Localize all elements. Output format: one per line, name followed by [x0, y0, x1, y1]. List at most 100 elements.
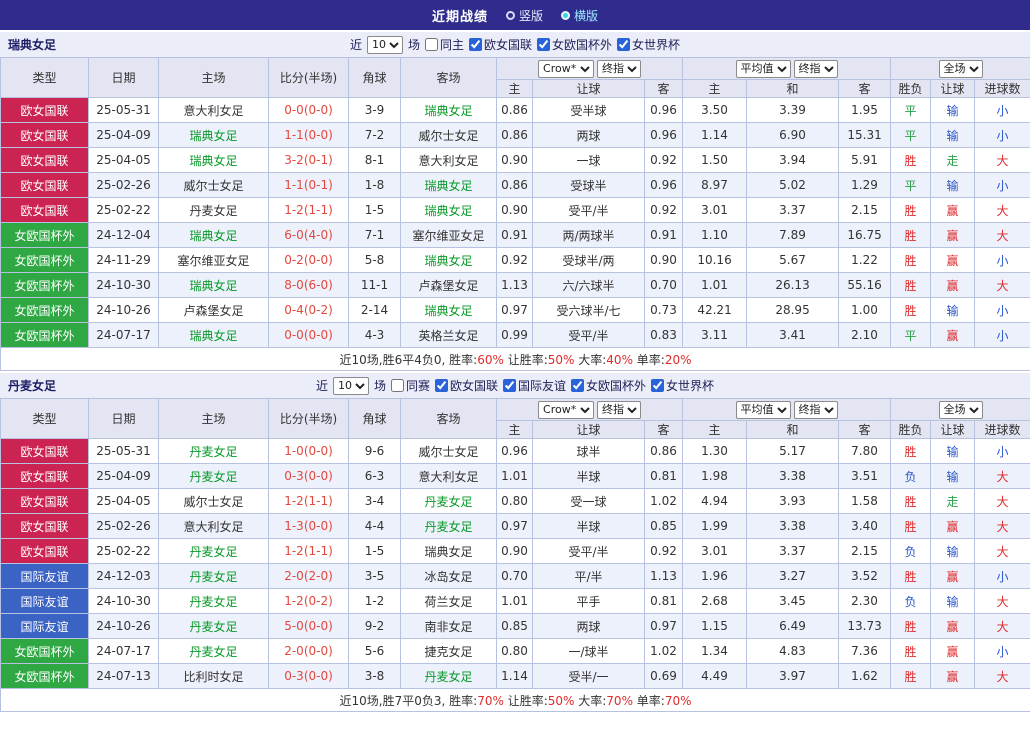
home-team-cell[interactable]: 威尔士女足: [159, 489, 269, 514]
filter-checkbox[interactable]: [391, 379, 404, 392]
scope-select[interactable]: 全场: [939, 60, 983, 78]
away-team-cell[interactable]: 威尔士女足: [401, 439, 497, 464]
home-team-cell[interactable]: 丹麦女足: [159, 464, 269, 489]
eu-draw-odds-cell: 4.83: [747, 639, 839, 664]
filter-option[interactable]: 同赛: [391, 377, 430, 394]
filter-checkbox[interactable]: [617, 38, 630, 51]
away-team-cell[interactable]: 意大利女足: [401, 148, 497, 173]
away-team-cell[interactable]: 南非女足: [401, 614, 497, 639]
away-team-cell[interactable]: 意大利女足: [401, 464, 497, 489]
home-team-cell[interactable]: 意大利女足: [159, 514, 269, 539]
home-team-cell[interactable]: 丹麦女足: [159, 589, 269, 614]
summary-stat-value: 70%: [606, 694, 637, 708]
away-team-cell[interactable]: 瑞典女足: [401, 539, 497, 564]
filter-option[interactable]: 女欧国杯外: [537, 36, 612, 53]
filter-option[interactable]: 女世界杯: [651, 377, 714, 394]
eu-draw-odds-cell: 5.67: [747, 248, 839, 273]
league-badge: 欧女国联: [1, 464, 89, 489]
filter-checkbox[interactable]: [651, 379, 664, 392]
table-row: 女欧国杯外 24-12-04 瑞典女足 6-0(4-0) 7-1 塞尔维亚女足 …: [1, 223, 1030, 248]
team-name: 丹麦女足: [8, 373, 56, 398]
euro-stage-select[interactable]: 终指: [794, 401, 838, 419]
scope-select[interactable]: 全场: [939, 401, 983, 419]
filter-checkbox[interactable]: [503, 379, 516, 392]
away-team-cell[interactable]: 丹麦女足: [401, 514, 497, 539]
euro-stage-select[interactable]: 终指: [794, 60, 838, 78]
home-team-cell[interactable]: 丹麦女足: [159, 639, 269, 664]
column-header-handicap: 让球: [533, 80, 645, 98]
filter-option[interactable]: 欧女国联: [435, 377, 498, 394]
away-team-cell[interactable]: 英格兰女足: [401, 323, 497, 348]
odds-stage-select[interactable]: 终指: [597, 60, 641, 78]
away-team-cell[interactable]: 冰岛女足: [401, 564, 497, 589]
home-team-cell[interactable]: 丹麦女足: [159, 539, 269, 564]
home-team-cell[interactable]: 瑞典女足: [159, 273, 269, 298]
home-team-cell[interactable]: 丹麦女足: [159, 198, 269, 223]
eu-draw-odds-cell: 5.02: [747, 173, 839, 198]
odds-company-select[interactable]: Crow*: [538, 60, 594, 78]
filter-option[interactable]: 女欧国杯外: [571, 377, 646, 394]
away-team-cell[interactable]: 瑞典女足: [401, 173, 497, 198]
table-row: 国际友谊 24-10-26 丹麦女足 5-0(0-0) 9-2 南非女足 0.8…: [1, 614, 1030, 639]
recent-count-select[interactable]: 10: [367, 36, 403, 54]
away-team-cell[interactable]: 瑞典女足: [401, 98, 497, 123]
radio-vertical-layout[interactable]: 竖版: [506, 7, 543, 24]
filter-checkbox[interactable]: [571, 379, 584, 392]
away-team-cell[interactable]: 捷克女足: [401, 639, 497, 664]
ah-away-odds-cell: 0.92: [645, 539, 683, 564]
away-team-cell[interactable]: 丹麦女足: [401, 489, 497, 514]
home-team-cell[interactable]: 威尔士女足: [159, 173, 269, 198]
filter-option[interactable]: 国际友谊: [503, 377, 566, 394]
home-team-cell[interactable]: 瑞典女足: [159, 148, 269, 173]
home-team-cell[interactable]: 比利时女足: [159, 664, 269, 689]
away-team-cell[interactable]: 威尔士女足: [401, 123, 497, 148]
filter-checkbox[interactable]: [537, 38, 550, 51]
handicap-result-cell: 输: [931, 439, 975, 464]
home-team-cell[interactable]: 卢森堡女足: [159, 298, 269, 323]
result-cell: 胜: [891, 223, 931, 248]
corner-cell: 3-4: [349, 489, 401, 514]
odds-company-select[interactable]: Crow*: [538, 401, 594, 419]
home-team-cell[interactable]: 意大利女足: [159, 98, 269, 123]
goals-cell: 大: [975, 514, 1030, 539]
handicap-result-cell: 赢: [931, 198, 975, 223]
radio-horizontal-layout[interactable]: 横版: [561, 7, 598, 24]
filter-option[interactable]: 欧女国联: [469, 36, 532, 53]
away-team-cell[interactable]: 瑞典女足: [401, 298, 497, 323]
filter-checkbox[interactable]: [469, 38, 482, 51]
away-team-cell[interactable]: 荷兰女足: [401, 589, 497, 614]
euro-company-select[interactable]: 平均值: [736, 60, 791, 78]
eu-away-odds-cell: 2.10: [839, 323, 891, 348]
away-team-cell[interactable]: 丹麦女足: [401, 664, 497, 689]
summary-stat-label: 让胜率:: [508, 694, 548, 708]
home-team-cell[interactable]: 瑞典女足: [159, 123, 269, 148]
score-cell: 3-2(0-1): [269, 148, 349, 173]
home-team-cell[interactable]: 丹麦女足: [159, 614, 269, 639]
date-cell: 24-07-17: [89, 639, 159, 664]
away-team-cell[interactable]: 瑞典女足: [401, 248, 497, 273]
away-team-cell[interactable]: 瑞典女足: [401, 198, 497, 223]
goals-cell: 小: [975, 173, 1030, 198]
away-team-cell[interactable]: 卢森堡女足: [401, 273, 497, 298]
filter-option[interactable]: 同主: [425, 36, 464, 53]
goals-cell: 小: [975, 123, 1030, 148]
recent-count-select[interactable]: 10: [333, 377, 369, 395]
odds-stage-select[interactable]: 终指: [597, 401, 641, 419]
eu-home-odds-cell: 1.96: [683, 564, 747, 589]
filter-option[interactable]: 女世界杯: [617, 36, 680, 53]
home-team-cell[interactable]: 丹麦女足: [159, 564, 269, 589]
home-team-cell[interactable]: 塞尔维亚女足: [159, 248, 269, 273]
eu-away-odds-cell: 1.00: [839, 298, 891, 323]
score-cell: 1-1(0-1): [269, 173, 349, 198]
home-team-cell[interactable]: 瑞典女足: [159, 323, 269, 348]
euro-company-select[interactable]: 平均值: [736, 401, 791, 419]
filters: 近 10 场 同主欧女国联女欧国杯外女世界杯: [350, 36, 680, 54]
filter-checkbox[interactable]: [425, 38, 438, 51]
filter-checkbox[interactable]: [435, 379, 448, 392]
goals-cell: 大: [975, 223, 1030, 248]
handicap-cell: 受一球: [533, 489, 645, 514]
home-team-cell[interactable]: 丹麦女足: [159, 439, 269, 464]
away-team-cell[interactable]: 塞尔维亚女足: [401, 223, 497, 248]
home-team-cell[interactable]: 瑞典女足: [159, 223, 269, 248]
table-row: 欧女国联 25-04-05 瑞典女足 3-2(0-1) 8-1 意大利女足 0.…: [1, 148, 1030, 173]
